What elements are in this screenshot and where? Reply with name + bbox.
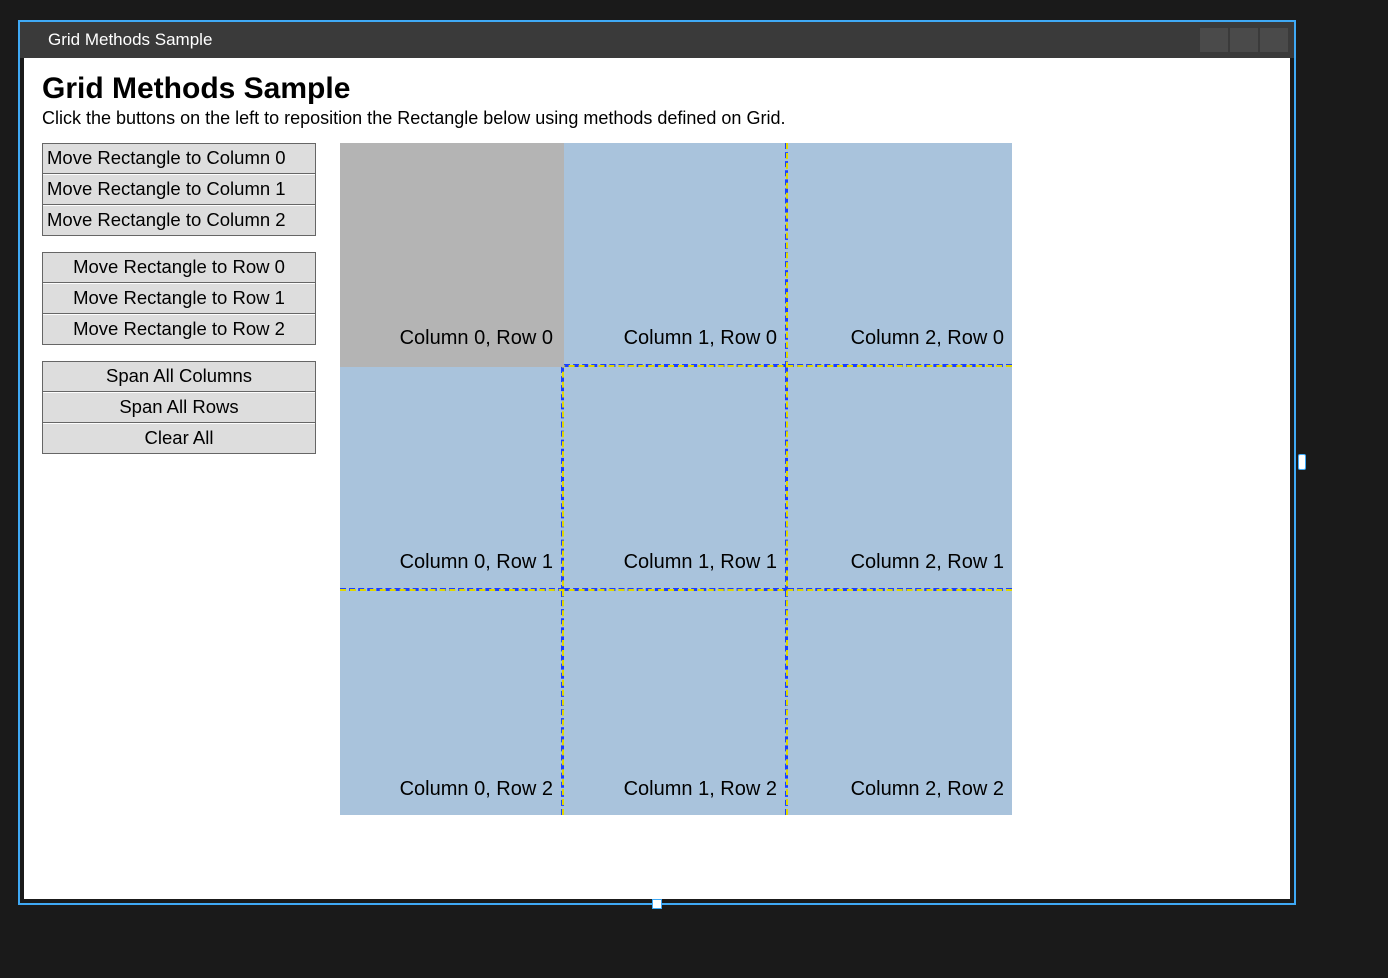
move-col-1-button[interactable]: Move Rectangle to Column 1 (43, 174, 315, 205)
close-button[interactable] (1260, 28, 1288, 52)
grid-cell: Column 2, Row 0 (788, 143, 1012, 367)
move-row-2-button[interactable]: Move Rectangle to Row 2 (43, 314, 315, 344)
resize-handle-bottom[interactable] (652, 899, 662, 909)
maximize-button[interactable] (1230, 28, 1258, 52)
grid-cell: Column 2, Row 1 (788, 367, 1012, 591)
cell-label: Column 1, Row 1 (624, 551, 777, 574)
grid-cell: Column 2, Row 2 (788, 591, 1012, 815)
grid-cell: Column 0, Row 2 (340, 591, 564, 815)
grid-cell: Column 0, Row 1 (340, 367, 564, 591)
button-column: Move Rectangle to Column 0 Move Rectangl… (42, 143, 316, 470)
cell-label: Column 1, Row 0 (624, 327, 777, 350)
grid-cell: Column 1, Row 2 (564, 591, 788, 815)
cell-label: Column 2, Row 2 (851, 778, 1004, 801)
page-title: Grid Methods Sample (42, 72, 1272, 106)
row-buttons-group: Move Rectangle to Row 0 Move Rectangle t… (42, 252, 316, 345)
cell-label: Column 2, Row 1 (851, 551, 1004, 574)
span-all-columns-button[interactable]: Span All Columns (43, 362, 315, 392)
window-title: Grid Methods Sample (48, 30, 212, 50)
page-subtitle: Click the buttons on the left to reposit… (42, 108, 1272, 129)
move-row-1-button[interactable]: Move Rectangle to Row 1 (43, 283, 315, 314)
cell-label: Column 0, Row 0 (400, 327, 553, 350)
cell-label: Column 0, Row 1 (400, 551, 553, 574)
move-row-0-button[interactable]: Move Rectangle to Row 0 (43, 253, 315, 283)
cell-label: Column 2, Row 0 (851, 327, 1004, 350)
grid-cell: Column 1, Row 0 (564, 143, 788, 367)
window-client-area: Grid Methods Sample Click the buttons on… (20, 58, 1294, 903)
window-system-buttons (1200, 22, 1294, 58)
move-col-2-button[interactable]: Move Rectangle to Column 2 (43, 205, 315, 235)
grid-cell: Column 1, Row 1 (564, 367, 788, 591)
column-buttons-group: Move Rectangle to Column 0 Move Rectangl… (42, 143, 316, 236)
cell-label: Column 1, Row 2 (624, 778, 777, 801)
resize-handle-right[interactable] (1298, 454, 1306, 470)
designer-selection-frame: Grid Methods Sample Grid Methods Sample … (18, 20, 1296, 905)
minimize-button[interactable] (1200, 28, 1228, 52)
demo-grid-container: Column 0, Row 0 Column 1, Row 0 Column 2… (340, 143, 1012, 815)
window-titlebar: Grid Methods Sample (20, 22, 1294, 58)
move-col-0-button[interactable]: Move Rectangle to Column 0 (43, 144, 315, 174)
cell-label: Column 0, Row 2 (400, 778, 553, 801)
span-buttons-group: Span All Columns Span All Rows Clear All (42, 361, 316, 454)
clear-all-button[interactable]: Clear All (43, 423, 315, 453)
span-all-rows-button[interactable]: Span All Rows (43, 392, 315, 423)
main-layout: Move Rectangle to Column 0 Move Rectangl… (42, 143, 1272, 815)
